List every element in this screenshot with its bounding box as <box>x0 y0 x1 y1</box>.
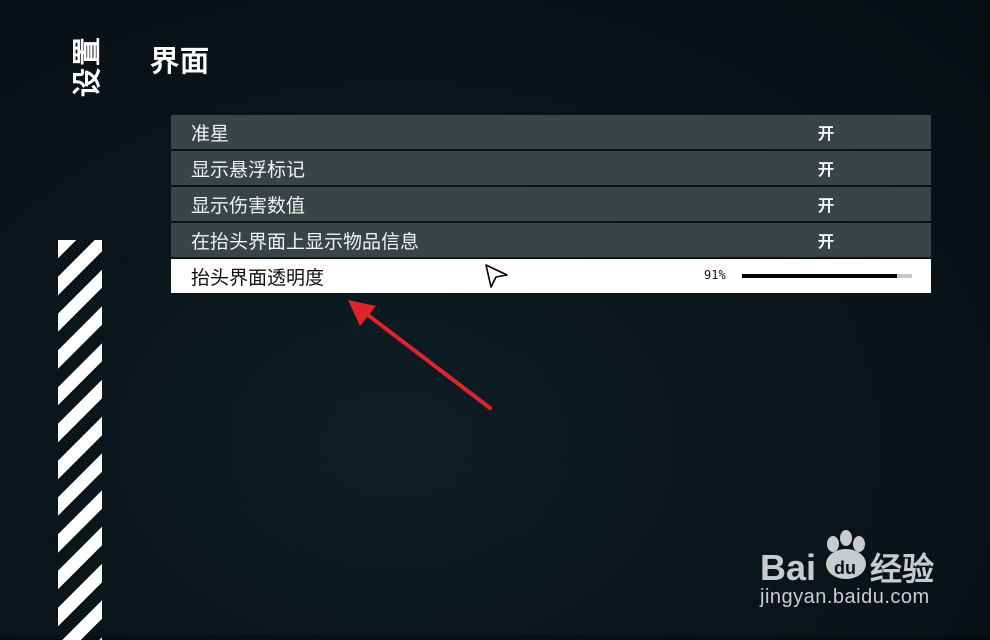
hud-opacity-slider-fill <box>742 274 897 278</box>
setting-row-damage-numbers[interactable]: 显示伤害数值 开 <box>171 187 931 221</box>
svg-text:Bai: Bai <box>760 547 816 588</box>
svg-text:经验: 经验 <box>870 550 934 588</box>
setting-row-hover-markers[interactable]: 显示悬浮标记 开 <box>171 151 931 185</box>
red-arrow-icon <box>348 300 492 410</box>
sidebar-settings-label: 设置 <box>66 34 104 98</box>
setting-row-hud-item-info[interactable]: 在抬头界面上显示物品信息 开 <box>171 223 931 257</box>
setting-row-crosshair[interactable]: 准星 开 <box>171 115 931 149</box>
setting-label-damage-numbers: 显示伤害数值 <box>191 194 306 217</box>
hazard-stripes-decoration <box>58 240 102 640</box>
svg-text:du: du <box>834 558 856 578</box>
setting-row-hud-opacity[interactable]: 抬头界面透明度 91% <box>171 259 931 293</box>
hud-opacity-slider[interactable] <box>742 274 912 278</box>
baidu-paw-icon: Bai du 经验 <box>760 530 934 588</box>
page-title: 界面 <box>150 44 211 78</box>
settings-list: 准星 开 显示悬浮标记 开 显示伤害数值 开 在抬头界面上显示物品信息 开 抬头… <box>171 115 931 295</box>
sidebar-settings-text: 设置 <box>70 34 105 98</box>
setting-label-hud-item-info: 在抬头界面上显示物品信息 <box>191 230 420 253</box>
setting-label-hover-markers: 显示悬浮标记 <box>191 158 306 181</box>
setting-value-hud-item-info[interactable]: 开 <box>818 228 834 252</box>
setting-value-crosshair[interactable]: 开 <box>818 120 834 144</box>
watermark-url: jingyan.baidu.com <box>760 586 930 608</box>
baidu-jingyan-watermark: Bai du 经验 jingyan.baidu.com <box>760 528 945 618</box>
setting-value-hover-markers[interactable]: 开 <box>818 156 834 180</box>
hud-opacity-percent: 91% <box>704 268 726 282</box>
setting-value-damage-numbers[interactable]: 开 <box>818 192 834 216</box>
setting-label-hud-opacity: 抬头界面透明度 <box>191 266 325 289</box>
setting-label-crosshair: 准星 <box>191 122 230 145</box>
mouse-pointer-icon <box>485 264 508 288</box>
